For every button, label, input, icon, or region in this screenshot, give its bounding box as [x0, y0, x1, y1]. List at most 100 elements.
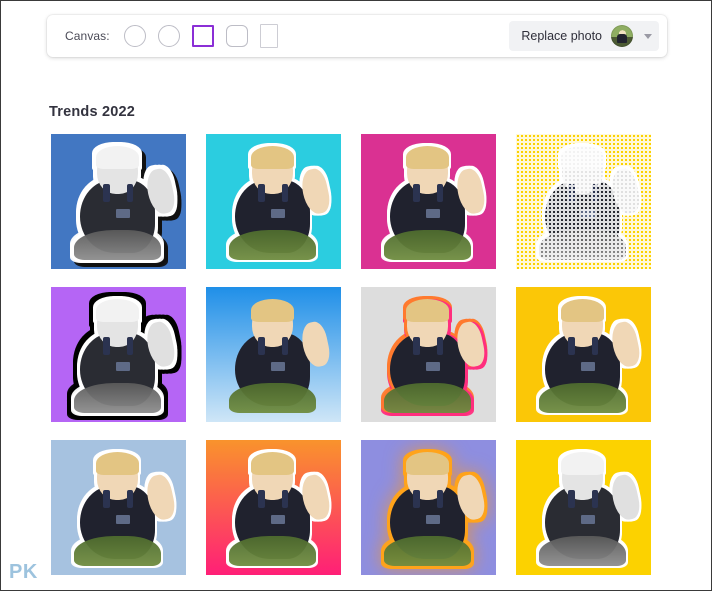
gallery-tile[interactable]	[51, 440, 186, 575]
subject-hair	[560, 452, 605, 475]
subject-figure	[73, 299, 177, 413]
gallery-tile[interactable]	[51, 287, 186, 422]
subject-grass	[228, 536, 316, 566]
photo-cutout	[206, 287, 341, 422]
photo-cutout	[516, 440, 651, 575]
subject-grass	[73, 536, 161, 566]
subject-strap-left	[413, 183, 420, 202]
gallery-tile[interactable]	[206, 134, 341, 269]
subject-hair	[560, 299, 605, 322]
photo-cutout	[361, 134, 496, 269]
subject-strap-right	[281, 489, 289, 508]
subject-pocket-patch	[270, 514, 285, 524]
subject-hair	[250, 299, 295, 322]
subject-strap-left	[258, 336, 265, 355]
subject-hair	[560, 146, 605, 169]
subject-strap-left	[103, 336, 110, 355]
subject-hair	[95, 299, 140, 322]
watermark: PK	[9, 561, 38, 583]
gallery-tile[interactable]	[206, 287, 341, 422]
subject-figure	[538, 299, 642, 413]
trends-gallery-grid	[51, 134, 665, 575]
photo-cutout	[361, 440, 496, 575]
shape-option-square[interactable]	[191, 25, 214, 47]
subject-strap-right	[126, 183, 134, 202]
photo-cutout	[516, 134, 651, 269]
caret-down-icon[interactable]	[644, 33, 652, 39]
canvas-shape-selector	[123, 24, 278, 48]
subject-hair	[405, 146, 450, 169]
page-title: Trends 2022	[49, 104, 136, 120]
subject-figure	[228, 452, 332, 566]
replace-photo-button[interactable]: Replace photo	[509, 21, 659, 51]
gallery-tile[interactable]	[516, 287, 651, 422]
subject-hair	[405, 299, 450, 322]
gallery-tile[interactable]	[361, 287, 496, 422]
canvas-label: Canvas:	[65, 29, 110, 43]
shape-option-circle-small[interactable]	[123, 25, 146, 47]
subject-strap-right	[591, 489, 599, 508]
subject-pocket-patch	[425, 514, 440, 524]
subject-grass	[383, 536, 471, 566]
gallery-tile[interactable]	[516, 134, 651, 269]
shape-option-circle-large[interactable]	[157, 25, 180, 47]
subject-strap-right	[281, 336, 289, 355]
gallery-tile[interactable]	[51, 134, 186, 269]
subject-hair	[95, 146, 140, 169]
subject-strap-left	[568, 336, 575, 355]
subject-strap-left	[103, 489, 110, 508]
subject-strap-right	[591, 336, 599, 355]
subject-grass	[228, 230, 316, 260]
subject-figure	[383, 452, 487, 566]
subject-strap-left	[568, 183, 575, 202]
subject-figure	[383, 146, 487, 260]
subject-strap-left	[413, 489, 420, 508]
subject-pocket-patch	[115, 208, 130, 218]
subject-pocket-patch	[580, 514, 595, 524]
gallery-tile[interactable]	[516, 440, 651, 575]
subject-strap-left	[103, 183, 110, 202]
photo-cutout	[361, 287, 496, 422]
subject-grass	[73, 230, 161, 260]
subject-pocket-patch	[115, 361, 130, 371]
photo-thumbnail-icon[interactable]	[611, 25, 633, 47]
subject-strap-right	[126, 336, 134, 355]
subject-strap-right	[281, 183, 289, 202]
gallery-tile[interactable]	[361, 440, 496, 575]
canvas-toolbar: Canvas: Replace photo	[47, 15, 667, 57]
subject-hair	[250, 146, 295, 169]
subject-hair	[95, 452, 140, 475]
subject-grass	[228, 383, 316, 413]
subject-strap-left	[258, 183, 265, 202]
photo-cutout	[51, 134, 186, 269]
subject-pocket-patch	[580, 361, 595, 371]
subject-figure	[538, 146, 642, 260]
subject-pocket-patch	[425, 208, 440, 218]
subject-figure	[228, 146, 332, 260]
photo-cutout	[206, 440, 341, 575]
subject-strap-right	[436, 336, 444, 355]
subject-figure	[73, 452, 177, 566]
subject-pocket-patch	[580, 208, 595, 218]
photo-cutout	[51, 440, 186, 575]
subject-pocket-patch	[270, 361, 285, 371]
shape-option-rounded-square[interactable]	[225, 25, 248, 47]
subject-hair	[250, 452, 295, 475]
subject-figure	[383, 299, 487, 413]
subject-strap-left	[258, 489, 265, 508]
gallery-tile[interactable]	[206, 440, 341, 575]
subject-pocket-patch	[270, 208, 285, 218]
subject-grass	[383, 230, 471, 260]
subject-figure	[228, 299, 332, 413]
shape-option-portrait[interactable]	[259, 24, 278, 48]
subject-strap-left	[568, 489, 575, 508]
gallery-tile[interactable]	[361, 134, 496, 269]
subject-grass	[383, 383, 471, 413]
subject-figure	[538, 452, 642, 566]
subject-strap-right	[436, 183, 444, 202]
photo-cutout	[51, 287, 186, 422]
subject-strap-left	[413, 336, 420, 355]
subject-pocket-patch	[115, 514, 130, 524]
subject-strap-right	[591, 183, 599, 202]
photo-cutout	[516, 287, 651, 422]
